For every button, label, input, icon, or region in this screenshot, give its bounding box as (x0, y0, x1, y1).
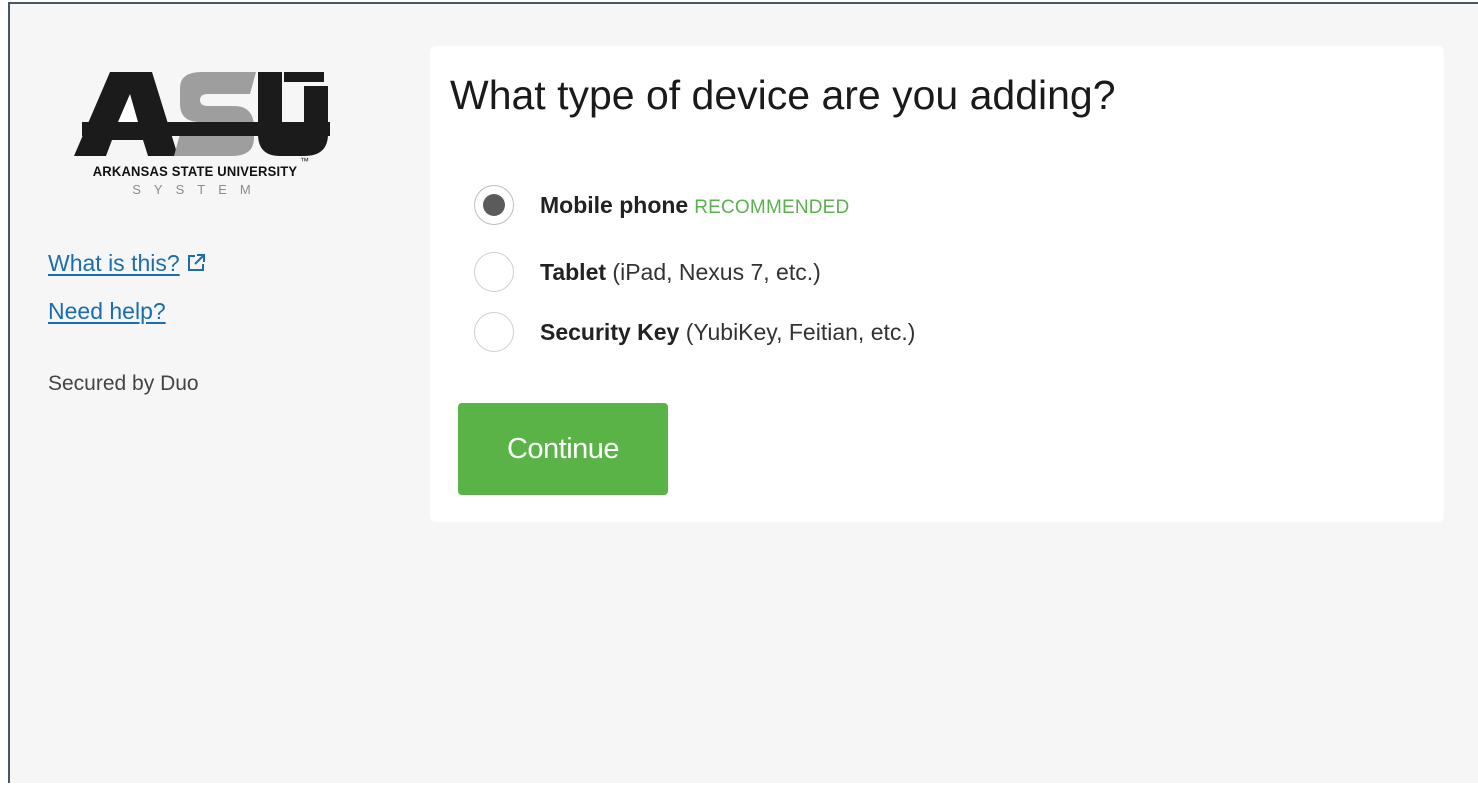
option-security-key-detail: (YubiKey, Feitian, etc.) (679, 318, 916, 345)
option-mobile-phone-title: Mobile phone (540, 191, 689, 218)
sidebar: ™ ARKANSAS STATE UNIVERSITY SYSTEM What … (48, 64, 368, 395)
secured-by-text: Secured by Duo (48, 372, 199, 395)
continue-button[interactable]: Continue (458, 403, 668, 495)
option-security-key-label: Security Key (YubiKey, Feitian, etc.) (540, 319, 915, 346)
option-security-key-title: Security Key (540, 318, 680, 345)
external-link-icon[interactable] (186, 253, 206, 273)
page-frame: ™ ARKANSAS STATE UNIVERSITY SYSTEM What … (8, 2, 1478, 783)
what-is-this-link[interactable]: What is this? (48, 250, 180, 277)
option-tablet-detail: (iPad, Nexus 7, etc.) (606, 258, 821, 285)
option-security-key[interactable]: Security Key (YubiKey, Feitian, etc.) (474, 310, 915, 354)
option-tablet-label: Tablet (iPad, Nexus 7, etc.) (540, 259, 821, 286)
need-help-link[interactable]: Need help? (48, 298, 166, 325)
option-tablet-title: Tablet (540, 258, 607, 285)
asu-logo-mark: ™ (74, 72, 330, 164)
radio-security-key[interactable] (474, 312, 514, 352)
option-mobile-phone-label: Mobile phone RECOMMENDED (540, 192, 849, 219)
recommended-badge: RECOMMENDED (694, 196, 850, 218)
radio-mobile-phone[interactable] (474, 185, 514, 225)
logo-university-name: ARKANSAS STATE UNIVERSITY (92, 163, 298, 180)
option-tablet[interactable]: Tablet (iPad, Nexus 7, etc.) (474, 250, 821, 294)
logo-system-text: SYSTEM (132, 182, 264, 197)
what-is-this-row: What is this? (48, 250, 206, 277)
radio-tablet[interactable] (474, 252, 514, 292)
asu-logo: ™ ARKANSAS STATE UNIVERSITY SYSTEM (60, 64, 330, 204)
page-title: What type of device are you adding? (450, 72, 1116, 118)
device-type-card: What type of device are you adding? Mobi… (430, 46, 1444, 522)
option-mobile-phone[interactable]: Mobile phone RECOMMENDED (474, 183, 849, 227)
